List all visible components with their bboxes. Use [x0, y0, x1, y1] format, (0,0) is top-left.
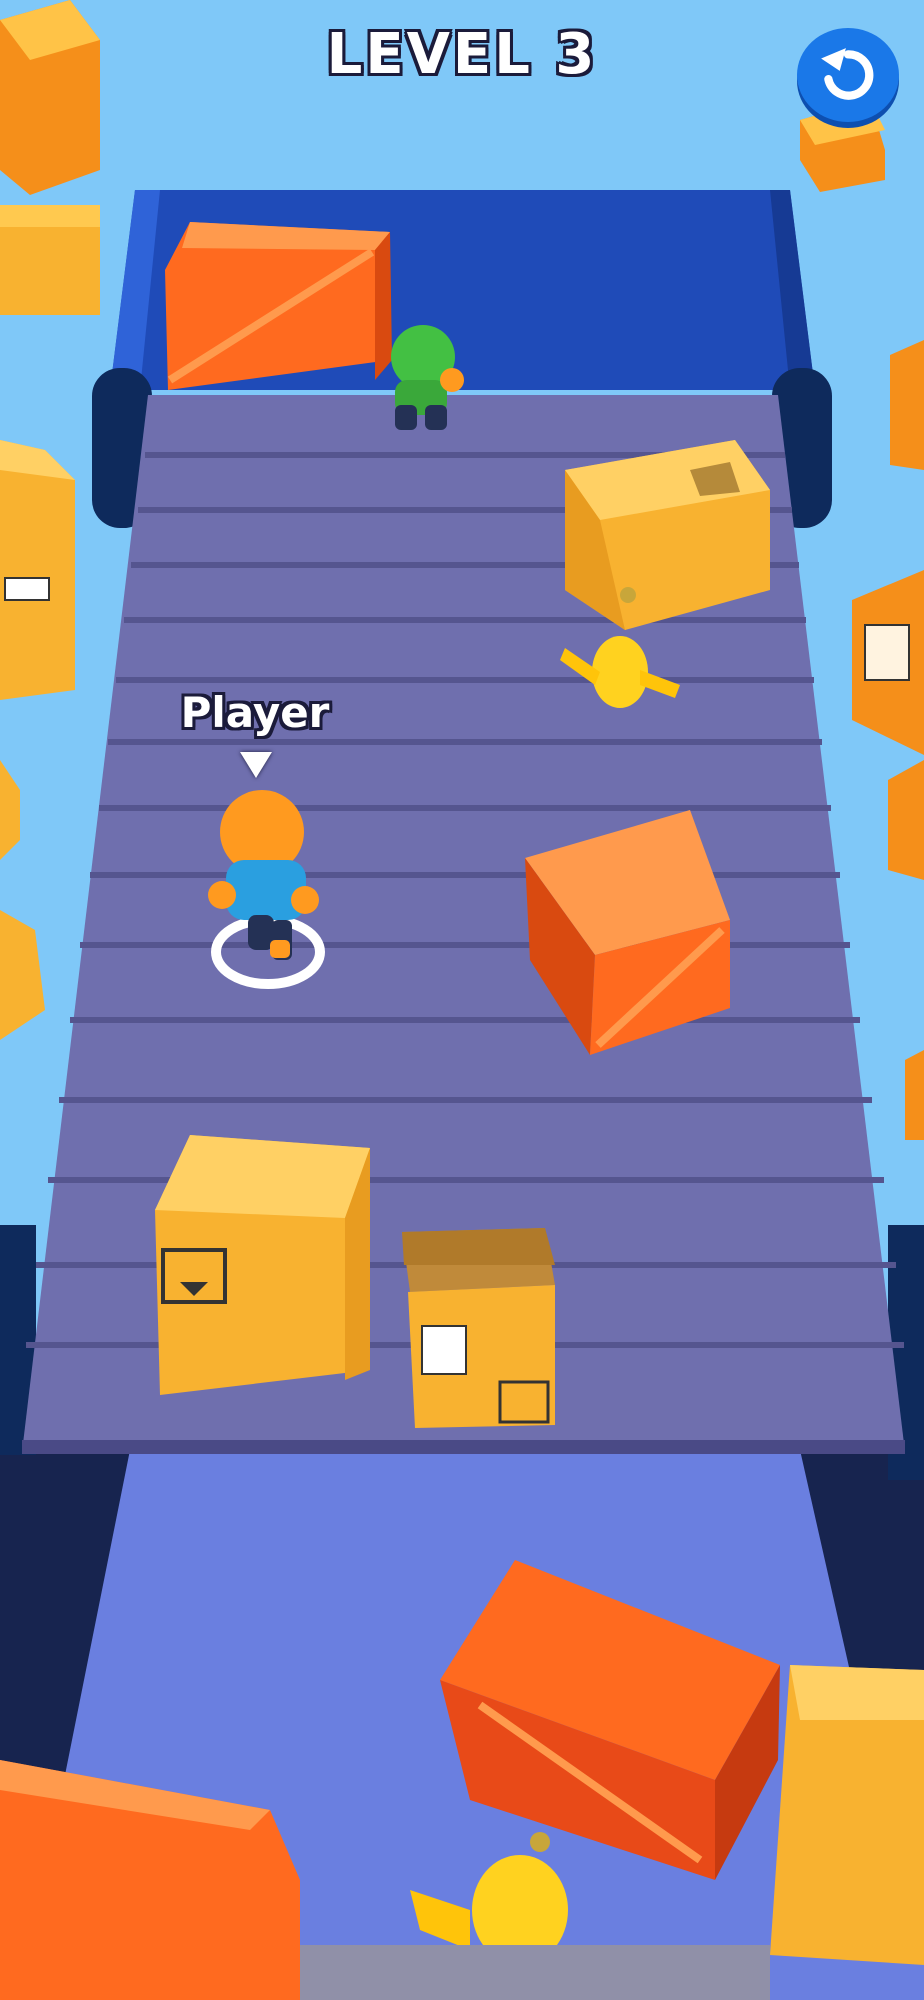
game-stage: LEVEL 3 Player [0, 0, 924, 2000]
floating-box-mid-left [0, 440, 75, 700]
cardboard-box-lower-right [402, 1228, 555, 1428]
level-title: LEVEL 3 [326, 22, 598, 87]
floating-box-right-1 [890, 340, 924, 470]
game-scene [0, 0, 924, 2000]
bottom-ledge [300, 1945, 770, 2000]
cardboard-box-lower-left [155, 1135, 370, 1395]
floating-box-right-4 [905, 1050, 924, 1140]
belt-edge [22, 1440, 905, 1454]
restart-icon [821, 48, 874, 100]
player-indicator-arrow [240, 752, 272, 778]
restart-button[interactable] [797, 28, 899, 122]
cardboard-box-bottom-right [770, 1665, 924, 1965]
floating-box-right-3 [888, 760, 924, 880]
player-name-label: Player [180, 688, 330, 737]
